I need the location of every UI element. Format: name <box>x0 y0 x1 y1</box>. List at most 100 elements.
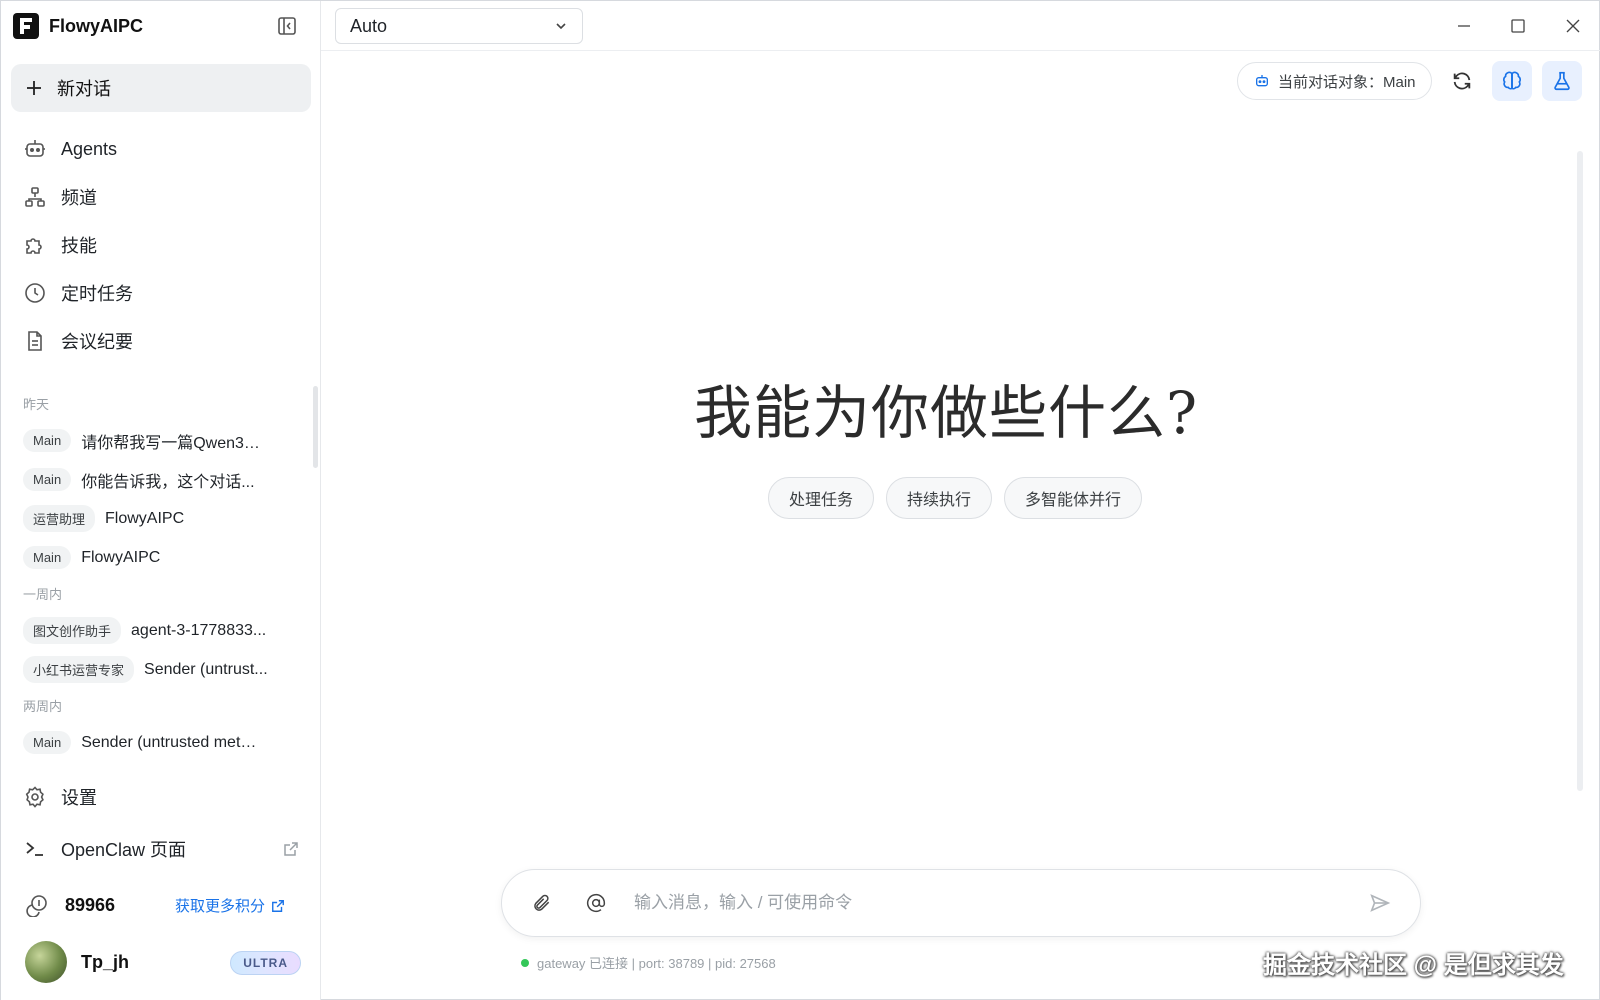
memory-button[interactable] <box>1492 61 1532 101</box>
external-link-icon <box>272 899 284 912</box>
clock-icon <box>25 283 45 303</box>
close-button[interactable] <box>1556 11 1590 41</box>
user-profile[interactable]: Tp_jh ULTRA <box>25 941 301 983</box>
get-more-credits-link[interactable]: 获取更多积分 <box>175 895 285 916</box>
sidebar-scrollbar[interactable] <box>313 386 318 468</box>
settings-button[interactable]: 设置 <box>11 773 311 821</box>
agent-tag: Main <box>23 468 72 491</box>
openclaw-link[interactable]: OpenClaw 页面 <box>11 825 311 873</box>
gear-icon <box>25 786 44 808</box>
new-chat-button[interactable]: 新对话 <box>11 64 311 112</box>
maximize-button[interactable] <box>1501 11 1535 41</box>
suggestion-chips: 处理任务 持续执行 多智能体并行 <box>768 477 1143 519</box>
chat-history: 昨天 Main 请你帮我写一篇Qwen3.... Main 你能告诉我，这个对话… <box>1 393 317 762</box>
suggestion-chip[interactable]: 多智能体并行 <box>1004 477 1143 519</box>
sidebar-item-channels[interactable]: 频道 <box>11 173 311 221</box>
history-title: agent-3-1778833... <box>131 621 267 639</box>
avatar[interactable] <box>25 941 67 983</box>
history-title: FlowyAIPC <box>105 509 185 527</box>
history-item[interactable]: Main FlowyAIPC <box>1 538 317 577</box>
agent-tag: 运营助理 <box>23 505 96 532</box>
sidebar-item-agents[interactable]: Agents <box>11 125 311 173</box>
refresh-button[interactable] <box>1442 61 1482 101</box>
coins-icon <box>26 895 47 917</box>
conversation-target-button[interactable]: 当前对话对象：Main <box>1237 62 1432 100</box>
sidebar-item-label: 定时任务 <box>61 284 133 304</box>
close-icon <box>1566 19 1580 33</box>
hero-title: 我能为你做些什么? <box>693 379 1199 447</box>
plus-icon <box>27 81 41 95</box>
app-window: FlowyAIPC 新对话 Agents 频道 技能 定时任务 会议纪要 昨天 … <box>0 0 1600 1000</box>
agent-tag: Main <box>23 731 72 754</box>
message-composer <box>501 869 1421 937</box>
history-item[interactable]: Main Sender (untrusted meta... <box>1 723 317 762</box>
openclaw-label: OpenClaw 页面 <box>61 840 187 860</box>
message-input[interactable] <box>634 893 1364 913</box>
send-button[interactable] <box>1364 887 1396 919</box>
history-title: Sender (untrusted meta... <box>81 733 262 751</box>
mention-button[interactable] <box>580 887 612 919</box>
history-item[interactable]: Main 请你帮我写一篇Qwen3.... <box>1 421 317 460</box>
settings-label: 设置 <box>61 788 97 808</box>
status-dot-icon <box>521 958 529 967</box>
paperclip-icon <box>534 894 550 911</box>
agent-tag: 图文创作助手 <box>23 617 122 644</box>
sidebar: FlowyAIPC 新对话 Agents 频道 技能 定时任务 会议纪要 昨天 … <box>1 1 321 1000</box>
at-icon <box>586 893 606 913</box>
watermark: 掘金技术社区 @ 是但求其发 <box>1263 952 1564 979</box>
credits: 89966 获取更多积分 <box>25 889 301 921</box>
brand: FlowyAIPC <box>13 11 143 41</box>
suggestion-chip[interactable]: 持续执行 <box>886 477 993 519</box>
refresh-icon <box>1453 72 1471 90</box>
chevron-down-icon <box>556 23 566 30</box>
app-name: FlowyAIPC <box>49 15 144 36</box>
history-item[interactable]: 运营助理 FlowyAIPC <box>1 499 317 538</box>
history-group-label: 两周内 <box>23 699 63 714</box>
credit-balance: 89966 <box>65 894 116 915</box>
history-title: 你能告诉我，这个对话... <box>81 473 255 491</box>
sidebar-item-skills[interactable]: 技能 <box>11 221 311 269</box>
maximize-icon <box>1511 19 1525 33</box>
conversation-target-label: 当前对话对象：Main <box>1278 73 1416 91</box>
external-link-icon <box>284 842 298 856</box>
lab-button[interactable] <box>1542 61 1582 101</box>
channels-icon <box>25 187 45 207</box>
suggestion-chip[interactable]: 处理任务 <box>768 477 875 519</box>
minimize-button[interactable] <box>1447 11 1481 41</box>
puzzle-icon <box>26 238 42 254</box>
history-item[interactable]: Main 你能告诉我，这个对话... <box>1 460 317 499</box>
history-item[interactable]: 小红书运营专家 Sender (untrust... <box>1 650 317 689</box>
robot-icon <box>1256 75 1268 87</box>
minimize-icon <box>1458 25 1470 27</box>
document-icon <box>28 331 42 351</box>
gateway-status: gateway 已连接 | port: 38789 | pid: 27568 <box>521 953 776 972</box>
sidebar-item-label: Agents <box>61 138 118 159</box>
agent-tag: 小红书运营专家 <box>23 656 135 683</box>
flask-icon <box>1554 71 1570 91</box>
gateway-status-text: gateway 已连接 | port: 38789 | pid: 27568 <box>537 956 776 971</box>
agent-tag: Main <box>23 429 72 452</box>
model-select-value: Auto <box>350 15 388 36</box>
main-scrollbar[interactable] <box>1577 151 1583 791</box>
new-chat-label: 新对话 <box>57 79 111 99</box>
history-item[interactable]: 图文创作助手 agent-3-1778833... <box>1 611 317 650</box>
sidebar-item-meeting-notes[interactable]: 会议纪要 <box>11 317 311 365</box>
robot-icon <box>25 140 45 157</box>
brain-icon <box>1503 71 1521 90</box>
sidebar-item-label: 会议纪要 <box>61 332 133 352</box>
send-icon <box>1370 894 1391 912</box>
sidebar-item-label: 技能 <box>61 236 97 256</box>
model-select[interactable]: Auto <box>335 8 583 44</box>
collapse-sidebar-icon[interactable] <box>275 14 299 38</box>
attach-button[interactable] <box>526 887 558 919</box>
agent-tag: Main <box>23 546 72 569</box>
terminal-icon <box>26 842 43 856</box>
sidebar-item-scheduled-tasks[interactable]: 定时任务 <box>11 269 311 317</box>
history-group-label: 昨天 <box>23 397 50 412</box>
history-title: 请你帮我写一篇Qwen3.... <box>81 434 262 452</box>
app-logo-icon <box>13 13 39 39</box>
history-title: FlowyAIPC <box>81 548 161 566</box>
history-title: Sender (untrust... <box>144 660 268 678</box>
sidebar-item-label: 频道 <box>61 188 97 208</box>
header-divider <box>321 50 1600 51</box>
